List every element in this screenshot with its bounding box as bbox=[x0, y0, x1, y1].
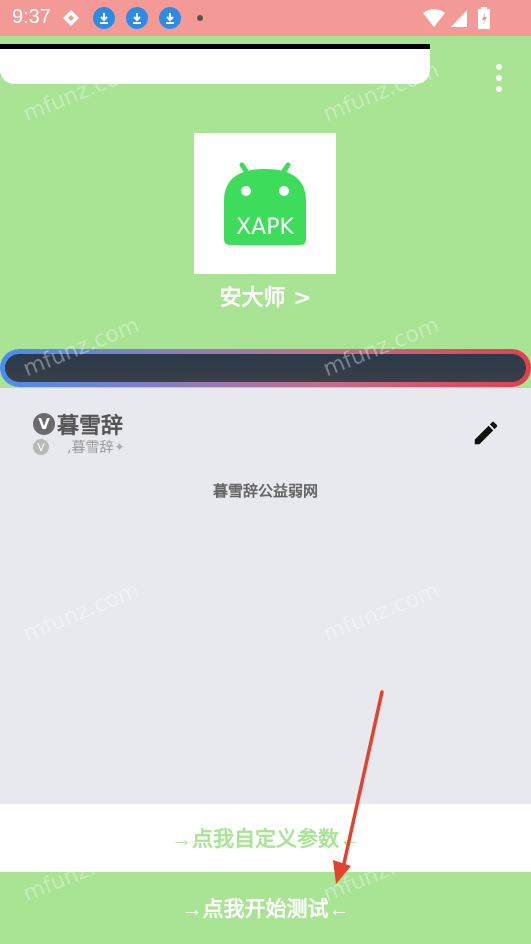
app-name-link[interactable]: 安大师 > bbox=[0, 280, 531, 312]
svg-text:XAPK: XAPK bbox=[236, 215, 294, 240]
status-bar: 9:37 bbox=[0, 0, 531, 36]
wifi-icon bbox=[423, 9, 445, 27]
download-icon bbox=[126, 7, 148, 29]
network-title: 暮雪辞公益弱网 bbox=[212, 482, 318, 500]
status-time: 9:37 bbox=[12, 6, 51, 28]
diamond-icon bbox=[63, 10, 79, 26]
signal-icon bbox=[451, 10, 467, 27]
profile-name-text: 暮雪辞 bbox=[57, 414, 124, 439]
profile-sub-text: ,暮雪辞 bbox=[67, 440, 114, 456]
download-icon bbox=[93, 7, 115, 29]
dot-icon bbox=[197, 15, 203, 21]
top-banner bbox=[0, 44, 430, 84]
top-banner-border bbox=[0, 44, 430, 49]
profile-name: V 暮雪辞 bbox=[33, 408, 123, 440]
battery-icon bbox=[478, 7, 490, 29]
v-badge-small-icon: V bbox=[33, 439, 49, 455]
start-test-button[interactable]: →点我开始测试← bbox=[0, 872, 531, 944]
download-icon bbox=[159, 7, 181, 29]
search-bar-inner bbox=[5, 354, 526, 382]
custom-params-button[interactable]: →点我自定义参数← bbox=[0, 804, 531, 872]
sparkle-icon: ✦ bbox=[114, 440, 125, 454]
app-icon-card[interactable]: XAPK bbox=[194, 133, 336, 274]
profile-subtitle: V ,暮雪辞 ✦ bbox=[33, 437, 125, 457]
more-menu-icon[interactable] bbox=[493, 64, 505, 92]
main-panel: V 暮雪辞 V ,暮雪辞 ✦ 暮雪辞公益弱网 bbox=[0, 388, 531, 804]
search-bar[interactable] bbox=[0, 349, 531, 387]
edit-pencil-icon[interactable] bbox=[471, 418, 501, 448]
v-badge-icon: V bbox=[33, 413, 55, 435]
android-xapk-icon: XAPK bbox=[224, 162, 306, 245]
